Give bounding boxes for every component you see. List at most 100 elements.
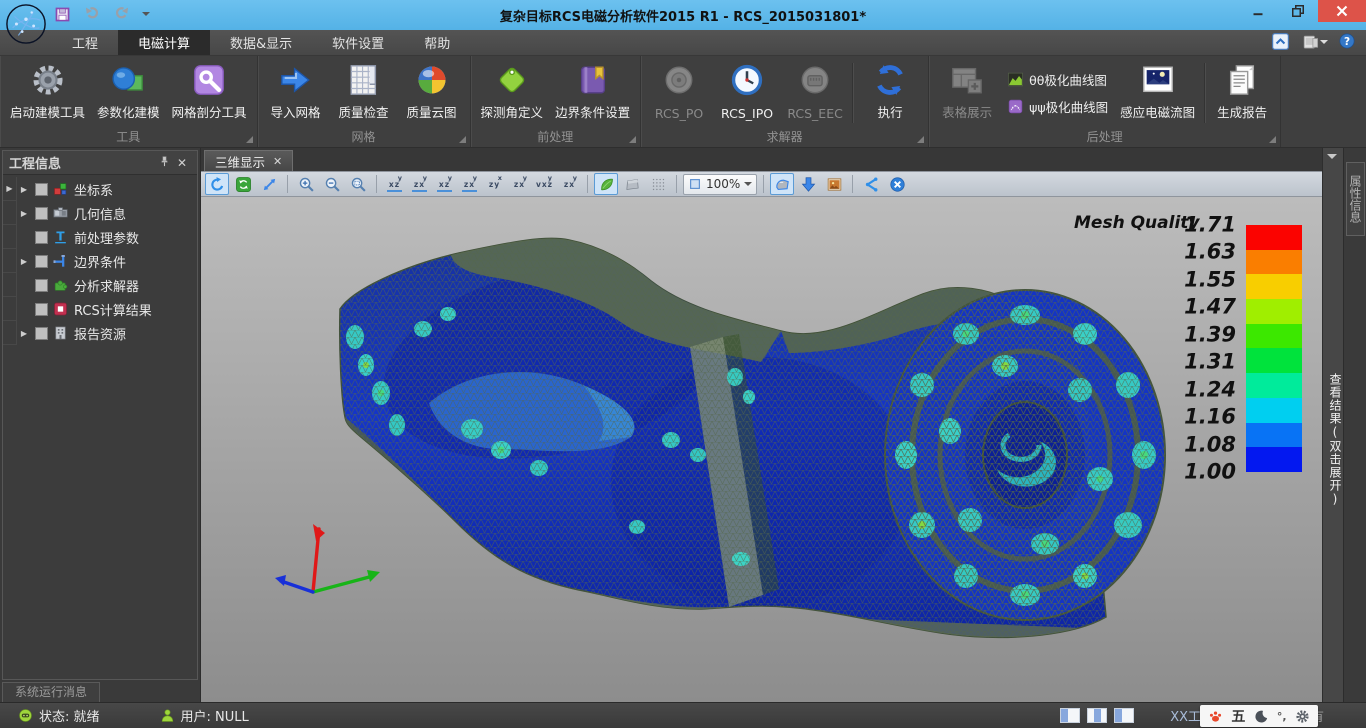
menu-tab-帮助[interactable]: 帮助 — [404, 30, 470, 55]
tree-expander-icon[interactable]: ▶ — [17, 329, 31, 338]
tree-checkbox[interactable] — [35, 327, 48, 340]
project-info-panel: 工程信息 ✕ ▶▶坐标系▶几何信息前处理参数▶边界条件分析求解器RCS计算结果▶… — [2, 150, 198, 680]
zoom-level-combo[interactable]: 100% — [683, 174, 757, 195]
ime-moon-icon[interactable] — [1254, 709, 1269, 724]
menu-tab-电磁计算[interactable]: 电磁计算 — [118, 30, 210, 55]
ribbon-button-mesh-partition-tool[interactable]: 网格剖分工具 — [166, 59, 253, 127]
tree-item-preprocess-params[interactable]: 前处理参数 — [3, 225, 197, 249]
view-orientation-button-7[interactable]: vxzy — [533, 173, 556, 195]
3d-canvas[interactable]: Mesh Quality 1.711.631.551.471.391.311.2… — [201, 197, 1322, 702]
menu-tab-软件设置[interactable]: 软件设置 — [312, 30, 404, 55]
view-orientation-button-4[interactable]: zxy — [458, 173, 481, 195]
panel-layout-switcher — [1060, 708, 1134, 723]
collapse-ribbon-button[interactable] — [1271, 32, 1291, 52]
zoom-in-button[interactable] — [294, 173, 318, 195]
ribbon-button-psi-polarization-curve[interactable]: ψψ极化曲线图 — [1007, 97, 1108, 116]
zoom-dropdown-icon[interactable] — [744, 182, 752, 190]
view-orientation-button-5[interactable]: zyx — [483, 173, 506, 195]
view-orientation-button-1[interactable]: xzy — [383, 173, 406, 195]
ime-settings-gear-icon[interactable] — [1295, 709, 1310, 724]
orbit-rotate-button[interactable] — [205, 173, 229, 195]
tree-checkbox[interactable] — [35, 231, 48, 244]
zoom-out-button[interactable] — [320, 173, 344, 195]
minimize-button[interactable] — [1238, 0, 1278, 22]
ime-toolbar[interactable]: 五 °, — [1200, 705, 1318, 727]
pin-icon[interactable] — [155, 155, 173, 171]
close-button[interactable] — [1318, 0, 1366, 22]
legend-tick-label: 1.00 — [1184, 460, 1236, 484]
panel-layout-icon-2[interactable] — [1087, 708, 1107, 723]
help-button[interactable] — [1338, 32, 1358, 52]
gutter-expander-icon[interactable]: ▶ — [3, 184, 16, 193]
tree-item-report-resources[interactable]: ▶报告资源 — [3, 321, 197, 345]
tree-checkbox[interactable] — [35, 183, 48, 196]
tree-item-coordinate-system[interactable]: ▶▶坐标系 — [3, 177, 197, 201]
panel-layout-icon-1[interactable] — [1060, 708, 1080, 723]
view-results-vertical-tab[interactable]: 查看结果(双击展开) — [1323, 373, 1344, 507]
ribbon-button-theta-polarization-curve[interactable]: θθ极化曲线图 — [1007, 70, 1108, 89]
tree-expander-icon[interactable]: ▶ — [17, 257, 31, 266]
panel-layout-icon-3[interactable] — [1114, 708, 1134, 723]
ribbon-button-execute-button[interactable]: 执行 — [856, 59, 924, 127]
menu-tab-数据&显示[interactable]: 数据&显示 — [210, 30, 312, 55]
geo-icon — [52, 205, 69, 221]
import-result-button[interactable] — [796, 173, 820, 195]
display-style-button[interactable] — [1301, 33, 1328, 52]
ribbon-button-induced-em-current-map[interactable]: 感应电磁流图 — [1114, 59, 1201, 127]
menu-tab-工程[interactable]: 工程 — [52, 30, 118, 55]
app-logo-icon[interactable] — [5, 3, 47, 45]
results-collapsed-panel[interactable]: 查看结果(双击展开) — [1322, 148, 1343, 702]
ime-paw-icon[interactable] — [1208, 709, 1223, 724]
pan-arrow-button[interactable] — [257, 173, 281, 195]
capture-image-button[interactable] — [822, 173, 846, 195]
tree-checkbox[interactable] — [35, 279, 48, 292]
zoom-window-button[interactable] — [346, 173, 370, 195]
screen-rotate-button[interactable] — [231, 173, 255, 195]
restore-button[interactable] — [1278, 0, 1318, 22]
ribbon-button-parametric-modeling[interactable]: 参数化建模 — [91, 59, 166, 127]
ribbon-button-detect-angle-define[interactable]: 探测角定义 — [475, 59, 550, 127]
tab-3d-display[interactable]: 三维显示 ✕ — [204, 150, 293, 171]
ribbon-button-boundary-condition-settings[interactable]: 边界条件设置 — [549, 59, 636, 127]
tree-expander-icon[interactable]: ▶ — [17, 209, 31, 218]
tree-item-geometry-info[interactable]: ▶几何信息 — [3, 201, 197, 225]
ribbon-button-launch-modeling-tool[interactable]: 启动建模工具 — [4, 59, 91, 127]
view-orientation-button-8[interactable]: zxy — [558, 173, 581, 195]
shaded-display-button[interactable] — [594, 173, 618, 195]
tree-item-boundary-conditions[interactable]: ▶ 边界条件 — [3, 249, 197, 273]
clear-view-button[interactable] — [885, 173, 909, 195]
ime-punctuation[interactable]: °, — [1277, 710, 1287, 723]
tree-item-rcs-results[interactable]: RCS计算结果 — [3, 297, 197, 321]
ribbon-button-import-mesh[interactable]: 导入网格 — [262, 59, 330, 127]
puzzle-icon — [52, 277, 69, 293]
tree-checkbox[interactable] — [35, 255, 48, 268]
flip-view-button[interactable] — [859, 173, 883, 195]
system-messages-tab[interactable]: 系统运行消息 — [2, 682, 100, 702]
property-info-vertical-tab[interactable]: 属性信息 — [1346, 162, 1365, 236]
ribbon-button-label: θθ极化曲线图 — [1029, 70, 1107, 89]
tree-item-analysis-solver[interactable]: 分析求解器 — [3, 273, 197, 297]
fit-view-button[interactable] — [770, 173, 794, 195]
view-orientation-button-6[interactable]: zxy — [508, 173, 531, 195]
view-orientation-button-2[interactable]: zxy — [408, 173, 431, 195]
status-item: 状态: 就绪 — [18, 706, 100, 725]
view-orientation-button-3[interactable]: xzy — [433, 173, 456, 195]
tree-item-label: 边界条件 — [74, 252, 126, 271]
legend-labels: 1.711.631.551.471.391.311.241.161.081.00 — [1166, 225, 1236, 472]
tree-checkbox[interactable] — [35, 207, 48, 220]
legend-color-cell — [1246, 274, 1302, 299]
panel-close-icon[interactable]: ✕ — [173, 155, 191, 171]
tree-checkbox[interactable] — [35, 303, 48, 316]
ribbon-button-generate-report[interactable]: 生成报告 — [1208, 59, 1276, 127]
ime-wubi-mode[interactable]: 五 — [1231, 706, 1245, 726]
ribbon-button-quality-cloud-map[interactable]: 质量云图 — [398, 59, 466, 127]
tree-expander-icon[interactable]: ▶ — [17, 185, 31, 194]
ribbon-button-quality-check[interactable]: 质量检查 — [330, 59, 398, 127]
strip-dropdown-icon[interactable] — [1327, 154, 1337, 164]
ribbon-button-rcs-ipo-solver[interactable]: RCS_IPO — [713, 59, 781, 127]
viewport-tab-close-icon[interactable]: ✕ — [273, 155, 282, 168]
wireframe-grid-button[interactable] — [646, 173, 670, 195]
project-panel-title: 工程信息 — [9, 153, 61, 172]
flat-display-button[interactable] — [620, 173, 644, 195]
ribbon-group-网格: 导入网格质量检查质量云图网格 — [258, 56, 471, 147]
